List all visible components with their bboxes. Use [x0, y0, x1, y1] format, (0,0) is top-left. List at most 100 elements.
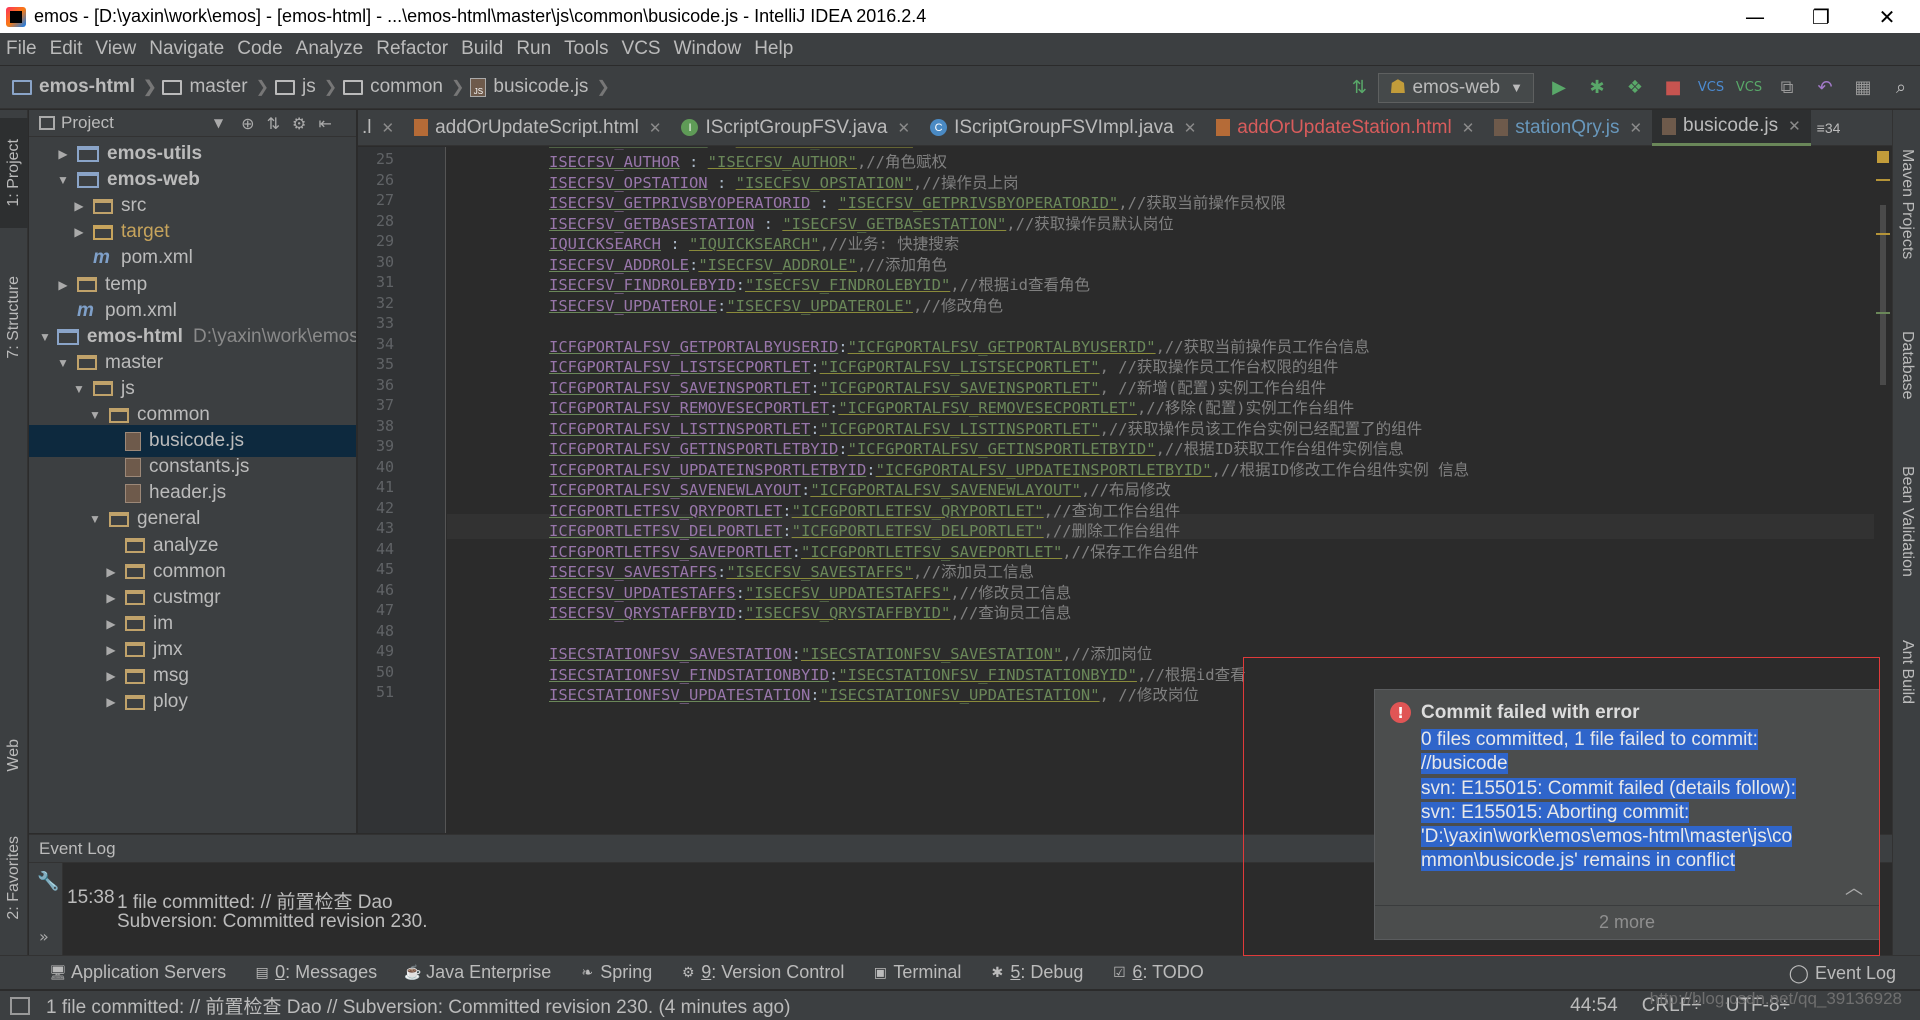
- menu-refactor[interactable]: Refactor: [376, 38, 448, 60]
- tool-window-messages[interactable]: ▤ 0: Messages: [254, 962, 377, 983]
- chevron-down-icon[interactable]: ▼: [39, 330, 51, 344]
- tool-tab-bean-validation[interactable]: Bean Validation: [1893, 446, 1920, 596]
- tab-iscriptgroupfsvimpl-java[interactable]: C IScriptGroupFSVImpl.java ✕: [920, 110, 1206, 146]
- coverage-icon[interactable]: ❖: [1621, 74, 1649, 102]
- tool-windows-toggle-icon[interactable]: [10, 996, 30, 1015]
- chevron-down-icon[interactable]: ▼: [87, 512, 103, 526]
- menu-window[interactable]: Window: [674, 38, 742, 60]
- tool-tab-web[interactable]: Web: [0, 720, 28, 790]
- menu-analyze[interactable]: Analyze: [296, 38, 364, 60]
- caret-position[interactable]: 44:54: [1570, 995, 1618, 1017]
- run-icon[interactable]: ▶: [1545, 74, 1573, 102]
- tool-tab-maven-projects[interactable]: Maven Projects: [1893, 124, 1920, 284]
- maximize-button[interactable]: ❐: [1788, 0, 1854, 33]
- vcs-update-icon[interactable]: VCS: [1697, 74, 1725, 102]
- compare-icon[interactable]: ⧉: [1773, 74, 1801, 102]
- chevron-right-icon[interactable]: ▶: [71, 225, 87, 239]
- menu-code[interactable]: Code: [237, 38, 282, 60]
- menu-view[interactable]: View: [95, 38, 136, 60]
- tool-window-todo[interactable]: ☑ 6: TODO: [1111, 962, 1204, 983]
- chevron-down-icon[interactable]: ▼: [55, 356, 71, 370]
- tool-window-java-enterprise[interactable]: ☕ Java Enterprise: [404, 962, 551, 983]
- scroll-from-source-icon[interactable]: ⊕: [241, 114, 254, 133]
- menu-run[interactable]: Run: [516, 38, 551, 60]
- tool-window-label: : Version Control: [711, 962, 845, 982]
- tool-window-debug[interactable]: ✱ 5: Debug: [989, 962, 1083, 983]
- tab-overflow-left[interactable]: .l ✕: [358, 110, 404, 146]
- close-icon[interactable]: ✕: [1629, 119, 1642, 137]
- tab-iscriptgroupfsv-java[interactable]: I IScriptGroupFSV.java ✕: [671, 110, 920, 146]
- make-project-icon[interactable]: ⇅: [1345, 74, 1373, 102]
- close-icon[interactable]: ✕: [382, 119, 395, 137]
- event-log-button[interactable]: ◯ Event Log: [1789, 956, 1896, 990]
- tool-tab-database[interactable]: Database: [1893, 310, 1920, 420]
- gear-icon[interactable]: ⚙: [292, 114, 306, 133]
- tool-window-terminal[interactable]: ▣ Terminal: [872, 962, 962, 983]
- revert-icon[interactable]: ↶: [1811, 74, 1839, 102]
- menu-navigate[interactable]: Navigate: [149, 38, 224, 60]
- menu-file[interactable]: File: [6, 38, 37, 60]
- tool-tab-structure[interactable]: 7: Structure: [0, 255, 28, 380]
- stop-icon[interactable]: ■: [1659, 74, 1687, 102]
- close-icon[interactable]: ✕: [897, 119, 910, 137]
- run-config-selector[interactable]: ☗ emos-web ▼: [1378, 72, 1534, 103]
- hide-icon[interactable]: ⇤: [318, 114, 331, 133]
- chevron-up-icon[interactable]: ︿: [1845, 874, 1863, 900]
- close-icon[interactable]: ✕: [1462, 119, 1475, 137]
- chevron-down-icon[interactable]: ▼: [55, 173, 71, 187]
- chevron-right-icon[interactable]: ▶: [55, 278, 71, 292]
- minimize-button[interactable]: —: [1722, 0, 1788, 33]
- chevron-down-icon[interactable]: ▼: [87, 408, 103, 422]
- tab-stationqry-js[interactable]: stationQry.js ✕: [1484, 110, 1652, 146]
- close-icon[interactable]: ✕: [649, 119, 662, 137]
- chevron-right-icon[interactable]: ▶: [103, 643, 119, 657]
- chevron-right-icon[interactable]: ▶: [103, 669, 119, 683]
- tool-window-application-servers[interactable]: 🖥 Application Servers: [49, 962, 226, 983]
- close-icon[interactable]: ✕: [1184, 119, 1197, 137]
- menu-edit[interactable]: Edit: [50, 38, 83, 60]
- tab-addorupdatestation-html[interactable]: addOrUpdateStation.html ✕: [1206, 110, 1484, 146]
- chevron-right-icon[interactable]: ▶: [103, 695, 119, 709]
- tool-tab-favorites[interactable]: 2: Favorites: [0, 815, 28, 940]
- close-button[interactable]: ✕: [1854, 0, 1920, 33]
- menu-vcs[interactable]: VCS: [622, 38, 661, 60]
- vcs-commit-icon[interactable]: VCS: [1735, 74, 1763, 102]
- menu-build[interactable]: Build: [461, 38, 503, 60]
- chevron-down-icon[interactable]: ▼: [71, 382, 87, 396]
- tool-window-version-control[interactable]: ⚙ 9: Version Control: [680, 962, 844, 983]
- tab-addorupdatescript-html[interactable]: addOrUpdateScript.html ✕: [404, 110, 671, 146]
- notification-more-link[interactable]: 2 more: [1375, 905, 1879, 939]
- search-icon[interactable]: ⌕: [1887, 74, 1915, 102]
- project-view-title[interactable]: Project: [61, 113, 114, 133]
- breadcrumb-common[interactable]: common ❯: [343, 76, 464, 98]
- menu-help[interactable]: Help: [754, 38, 793, 60]
- breadcrumb-busicode[interactable]: JS busicode.js ❯: [470, 76, 610, 98]
- close-icon[interactable]: ✕: [1788, 117, 1801, 135]
- scrollbar-thumb[interactable]: [1880, 205, 1886, 385]
- chevron-right-icon[interactable]: ▶: [103, 591, 119, 605]
- tool-window-spring[interactable]: ❧ Spring: [579, 962, 652, 983]
- project-structure-icon[interactable]: ▦: [1849, 74, 1877, 102]
- tab-busicode-js[interactable]: busicode.js ✕: [1652, 109, 1811, 146]
- breadcrumb-master[interactable]: master ❯: [162, 76, 269, 98]
- warning-indicator-icon[interactable]: [1877, 151, 1889, 163]
- breadcrumb-js[interactable]: js ❯: [274, 76, 337, 98]
- tab-list-button[interactable]: ≡34: [1811, 110, 1847, 146]
- chevron-right-icon[interactable]: ▶: [103, 617, 119, 631]
- wrench-icon[interactable]: 🔧: [37, 871, 59, 892]
- debug-icon[interactable]: ✱: [1583, 74, 1611, 102]
- status-message[interactable]: 1 file committed: // 前置检查 Dao // Subvers…: [46, 992, 790, 1019]
- chevron-right-icon[interactable]: ▶: [55, 147, 71, 161]
- commit-failed-notification[interactable]: ! Commit failed with error 0 files commi…: [1374, 689, 1880, 940]
- collapse-all-icon[interactable]: ⇅: [267, 114, 280, 133]
- tool-tab-ant-build[interactable]: Ant Build: [1893, 622, 1920, 722]
- chevron-right-icon[interactable]: ▶: [103, 565, 119, 579]
- chevron-down-icon[interactable]: ▼: [214, 116, 223, 130]
- tool-tab-project[interactable]: 1: Project: [0, 118, 28, 228]
- tree-item[interactable]: ▶ ploy: [29, 686, 356, 718]
- breadcrumb-emos-html[interactable]: emos-html ❯: [12, 76, 156, 98]
- expand-icon[interactable]: »: [39, 927, 49, 946]
- menu-tools[interactable]: Tools: [564, 38, 608, 60]
- event-log-message[interactable]: 1 file committed: // 前置检查 Dao: [117, 887, 393, 914]
- chevron-right-icon[interactable]: ▶: [71, 199, 87, 213]
